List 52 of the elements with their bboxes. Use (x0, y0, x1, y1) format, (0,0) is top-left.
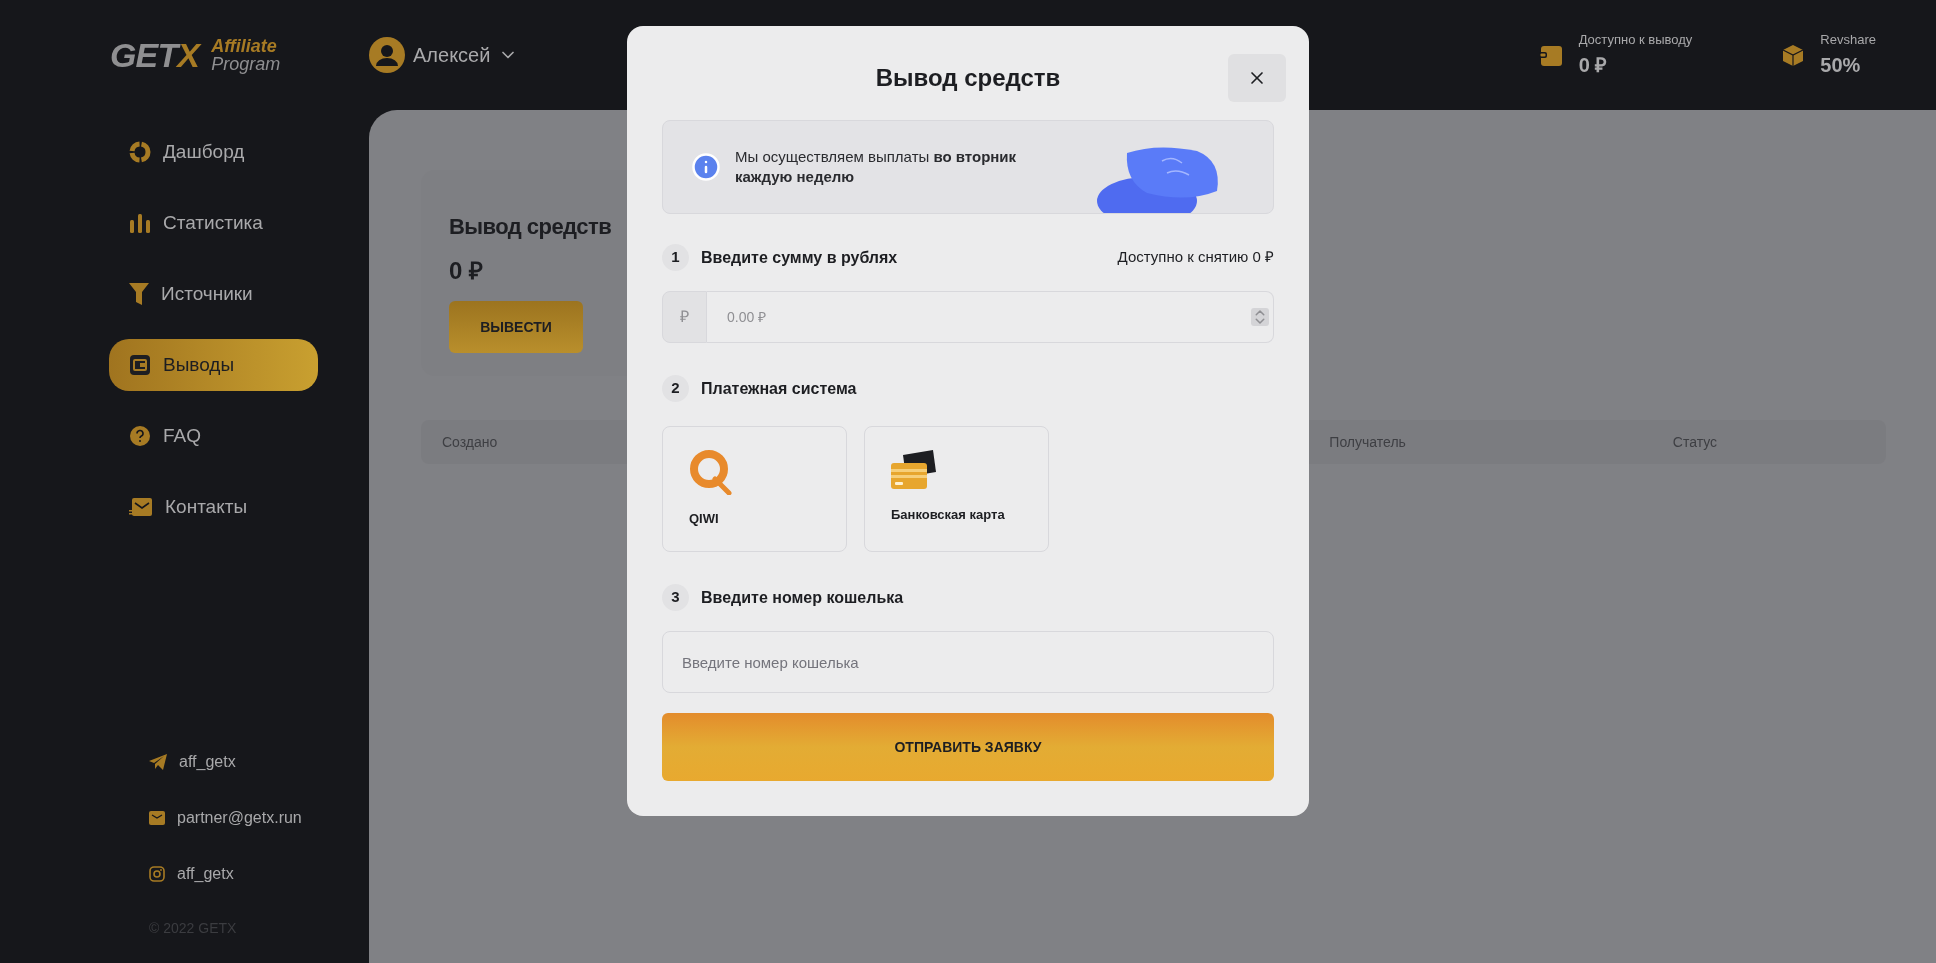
currency-prefix: ₽ (662, 291, 707, 343)
step-number: 1 (662, 244, 689, 271)
step-title: Введите номер кошелька (701, 587, 904, 608)
camera-icon (149, 866, 165, 882)
step-number: 2 (662, 375, 689, 402)
payment-option[interactable]: Банковская карта (864, 426, 1049, 552)
envelope-icon (149, 811, 165, 825)
contact-link[interactable]: partner@getx.run (109, 806, 318, 830)
submit-button[interactable]: ОТПРАВИТЬ ЗАЯВКУ (662, 713, 1274, 781)
payment-option[interactable]: QIWI (662, 426, 847, 552)
column-header: Получатель (1329, 432, 1406, 452)
balance-amount: 0 ₽ (449, 256, 483, 286)
contact-link[interactable]: aff_getx (109, 750, 318, 774)
funnel-icon (129, 282, 149, 306)
pie-chart-icon (129, 141, 151, 163)
step-title: Платежная система (701, 378, 857, 399)
withdraw-button[interactable]: ВЫВЕСТИ (449, 301, 583, 353)
step-title: Введите сумму в рублях (701, 247, 898, 268)
nav-item[interactable]: Статистика (109, 197, 318, 249)
amount-field[interactable]: 0.00 ₽ (707, 291, 1274, 343)
user-menu[interactable]: Алексей (369, 37, 519, 73)
step-number: 3 (662, 584, 689, 611)
close-button[interactable] (1228, 54, 1286, 102)
nav-item[interactable]: Выводы (109, 339, 318, 391)
wallet-number-field[interactable]: Введите номер кошелька (662, 631, 1274, 693)
card-title: Вывод средств (449, 213, 612, 241)
help-icon (129, 425, 151, 447)
column-header: Статус (1672, 432, 1718, 452)
bank-cards-icon (891, 449, 937, 491)
wallet-icon (1538, 44, 1563, 66)
info-icon (691, 152, 721, 182)
bar-chart-icon (129, 212, 151, 234)
stepper-icon[interactable] (1251, 308, 1269, 326)
available-balance: Доступно к снятию 0 ₽ (1117, 247, 1274, 268)
paper-plane-icon (149, 754, 167, 770)
nav-item[interactable]: Контакты (109, 481, 318, 533)
stat-value: 50% (1820, 52, 1862, 78)
contact-link[interactable]: aff_getx (109, 862, 318, 886)
column-header: Создано (442, 432, 498, 452)
avatar-icon (369, 37, 405, 73)
dialog-title: Вывод средств (875, 63, 1061, 93)
info-text: Мы осуществляем выплаты во вторник каждую неделю (735, 147, 1018, 187)
stat-label: Revshare (1820, 31, 1876, 50)
nav-item[interactable]: Источники (109, 268, 318, 320)
q-ring-icon (689, 449, 733, 495)
stat-value: 0 ₽ (1578, 52, 1609, 78)
nav-item[interactable]: Дашборд (109, 126, 318, 178)
stat-label: Доступно к выводу (1578, 31, 1693, 50)
nav-item[interactable]: FAQ (109, 410, 318, 462)
envelope-icon (129, 496, 153, 518)
wallet-icon (129, 354, 151, 376)
cube-icon (1782, 44, 1805, 66)
